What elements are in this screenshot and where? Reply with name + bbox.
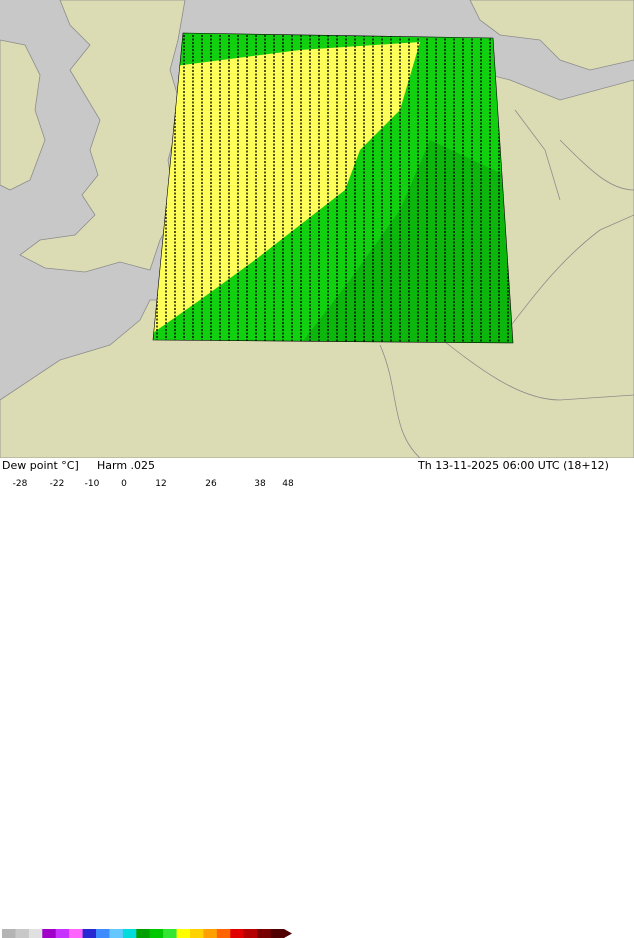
valid-time-label: Th 13-11-2025 06:00 UTC (18+12) (418, 459, 609, 472)
colorbar-segment (230, 929, 245, 938)
legend-tick: -28 (12, 479, 28, 489)
colorbar-arrow (284, 929, 292, 938)
colorbar (2, 929, 292, 938)
model-label: Harm .025 (97, 459, 156, 472)
colorbar-segment (136, 929, 151, 938)
colorbar-segment (28, 929, 43, 938)
colorbar-segment (190, 929, 204, 938)
colorbar-segment (216, 929, 231, 938)
colorbar-segment (257, 929, 271, 938)
colorbar-segment (69, 929, 83, 938)
colorbar-segment (176, 929, 191, 938)
legend-tick: 12 (155, 479, 167, 489)
colorbar-segment (55, 929, 70, 938)
colorbar-segment (122, 929, 137, 938)
colorbar-segment (2, 929, 16, 938)
colorbar-segment (15, 929, 30, 938)
legend-tick: 0 (121, 479, 127, 489)
weather-map (0, 0, 634, 458)
colorbar-segment (109, 929, 124, 938)
legend-tick: -10 (84, 479, 100, 489)
legend-tick: 38 (254, 479, 266, 489)
colorbar-segment (270, 929, 285, 938)
legend-tick: -22 (49, 479, 65, 489)
dewpoint-field (153, 33, 513, 343)
colorbar-segment (42, 929, 57, 938)
colorbar-segment (82, 929, 97, 938)
legend-tick: 26 (205, 479, 217, 489)
colorbar-segment (243, 929, 258, 938)
colorbar-segment (203, 929, 218, 938)
colorbar-segment (96, 929, 110, 938)
colorbar-segment (163, 929, 177, 938)
colorbar-segment (149, 929, 164, 938)
parameter-label: Dew point °C] (2, 459, 79, 472)
legend-tick: 48 (282, 479, 294, 489)
